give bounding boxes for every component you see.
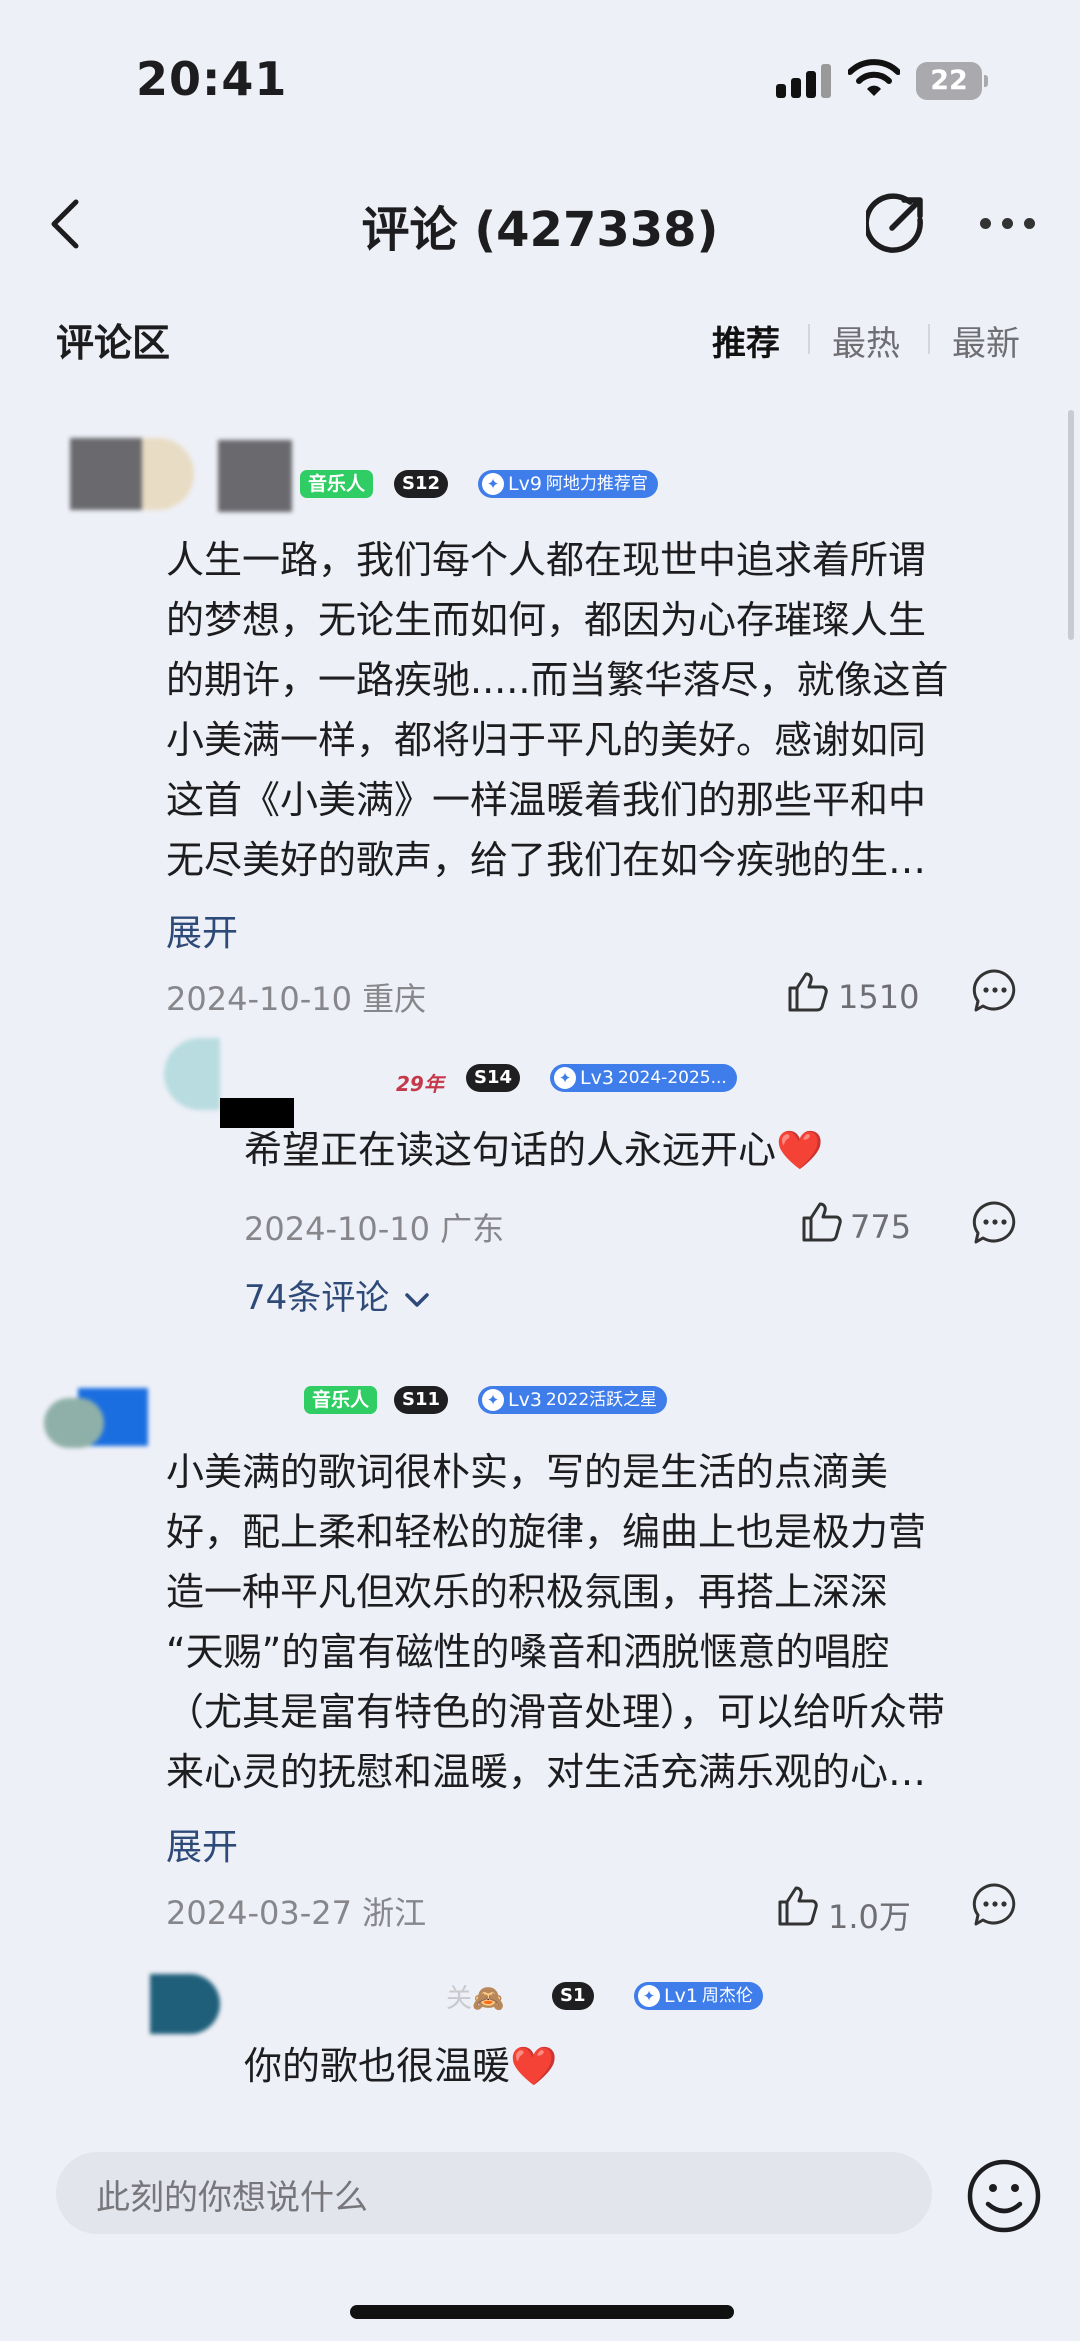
status-time: 20:41 <box>136 52 288 106</box>
vip-badge: S1 <box>552 1982 594 2010</box>
reply-icon[interactable] <box>972 1882 1018 1928</box>
comment-line: 小美满的歌词很朴实，写的是生活的点滴美 <box>166 1450 889 1494</box>
musician-badge: 音乐人 <box>304 1386 378 1414</box>
reply-text: 你的歌也很温暖❤️ <box>244 2044 558 2088</box>
level-star-icon: ✦ <box>554 1067 576 1089</box>
comment-text: 小美满的歌词很朴实，写的是生活的点滴美 好，配上柔和轻松的旋律，编曲上也是极力营… <box>166 1442 1046 1802</box>
reply-name-fragment: 关🙈 <box>446 1984 505 2014</box>
level-number: Lv1 <box>664 1985 698 2007</box>
level-badge: ✦ Lv3 2024-2025... <box>550 1064 737 1092</box>
vip-badge: S11 <box>394 1386 449 1414</box>
comment-line: 人生一路，我们每个人都在现世中追求着所谓 <box>166 538 927 582</box>
level-star-icon: ✦ <box>482 473 504 495</box>
level-title: 周杰伦 <box>701 1986 753 2006</box>
tab-recommended[interactable]: 推荐 <box>712 316 780 365</box>
musician-badge: 音乐人 <box>300 470 374 498</box>
level-badge: ✦ Lv9 阿地力推荐官 <box>478 470 658 498</box>
emoji-icon[interactable] <box>966 2158 1042 2234</box>
comment-date-location: 2024-10-10 重庆 <box>166 980 427 1018</box>
level-number: Lv9 <box>508 473 542 495</box>
like-icon[interactable] <box>776 1884 820 1928</box>
comment-line: 这首《小美满》一样温暖着我们的那些平和中 <box>166 778 927 822</box>
level-star-icon: ✦ <box>638 1985 660 2007</box>
avatar[interactable] <box>46 394 194 536</box>
comment-input[interactable]: 此刻的你想说什么 <box>56 2152 932 2234</box>
reply-text: 希望正在读这句话的人永远开心❤️ <box>244 1128 824 1172</box>
like-count: 1.0万 <box>828 1898 911 1936</box>
share-icon[interactable] <box>866 192 928 254</box>
comment-line: 好，配上柔和轻松的旋律，编曲上也是极力营 <box>166 1510 927 1554</box>
tab-divider <box>808 324 810 354</box>
battery-icon: 22 <box>916 62 988 100</box>
view-replies-button[interactable]: 74条评论 <box>244 1270 430 1319</box>
comment-date-location: 2024-03-27 浙江 <box>166 1894 427 1932</box>
wifi-icon <box>848 59 900 96</box>
comment-line: 小美满一样，都将归于平凡的美好。感谢如同 <box>166 718 927 762</box>
reply-avatar[interactable] <box>150 1974 220 2034</box>
comment-line: 无尽美好的歌声，给了我们在如今疾驰的生… <box>166 838 927 882</box>
username-redacted[interactable] <box>218 440 292 512</box>
more-options-icon[interactable] <box>980 218 1036 230</box>
vip-badge: S14 <box>466 1064 521 1092</box>
reply-date-location: 2024-10-10 广东 <box>244 1210 505 1248</box>
tab-newest[interactable]: 最新 <box>952 316 1020 365</box>
like-count: 775 <box>850 1208 912 1246</box>
level-badge: ✦ Lv1 周杰伦 <box>634 1982 763 2010</box>
chevron-down-icon <box>405 1292 429 1307</box>
comment-line: （尤其是富有特色的滑音处理），可以给听众带 <box>166 1690 946 1734</box>
avatar[interactable] <box>44 1388 148 1450</box>
reply-icon[interactable] <box>972 1200 1018 1246</box>
reply-count: 74条评论 <box>244 1278 390 1318</box>
comment-input-placeholder: 此刻的你想说什么 <box>96 2178 368 2218</box>
expand-button[interactable]: 展开 <box>166 1818 238 1870</box>
level-title: 阿地力推荐官 <box>545 474 648 494</box>
comment-line: 的期许，一路疾驰.....而当繁华落尽，就像这首 <box>166 658 949 702</box>
reply-icon[interactable] <box>972 968 1018 1014</box>
home-indicator[interactable] <box>350 2305 734 2319</box>
reply-name-fragment: 29年 <box>396 1072 444 1096</box>
like-icon[interactable] <box>786 970 830 1014</box>
cellular-signal-icon <box>776 64 832 98</box>
like-count: 1510 <box>838 978 920 1016</box>
level-number: Lv3 <box>580 1067 614 1089</box>
level-title: 2024-2025... <box>617 1068 727 1088</box>
like-icon[interactable] <box>800 1200 844 1244</box>
expand-button[interactable]: 展开 <box>166 904 238 956</box>
comment-text: 人生一路，我们每个人都在现世中追求着所谓 的梦想，无论生而如何，都因为心存璀璨人… <box>166 530 1046 890</box>
comment-line: “天赐”的富有磁性的嗓音和洒脱惬意的唱腔 <box>166 1630 890 1674</box>
reply-avatar[interactable] <box>164 1038 220 1110</box>
comment-line: 来心灵的抚慰和温暖，对生活充满乐观的心… <box>166 1750 927 1794</box>
level-title: 2022活跃之星 <box>545 1390 658 1410</box>
battery-level: 22 <box>916 62 982 100</box>
comment-section-title: 评论区 <box>56 321 171 365</box>
level-badge: ✦ Lv3 2022活跃之星 <box>478 1386 668 1414</box>
level-star-icon: ✦ <box>482 1389 504 1411</box>
level-number: Lv3 <box>508 1389 542 1411</box>
scrollbar[interactable] <box>1068 410 1074 640</box>
vip-badge: S12 <box>394 470 449 498</box>
tab-hottest[interactable]: 最热 <box>832 316 900 365</box>
comment-line: 造一种平凡但欢乐的积极氛围，再搭上深深 <box>166 1570 889 1614</box>
comment-line: 的梦想，无论生而如何，都因为心存璀璨人生 <box>166 598 927 642</box>
tab-divider <box>928 324 930 354</box>
